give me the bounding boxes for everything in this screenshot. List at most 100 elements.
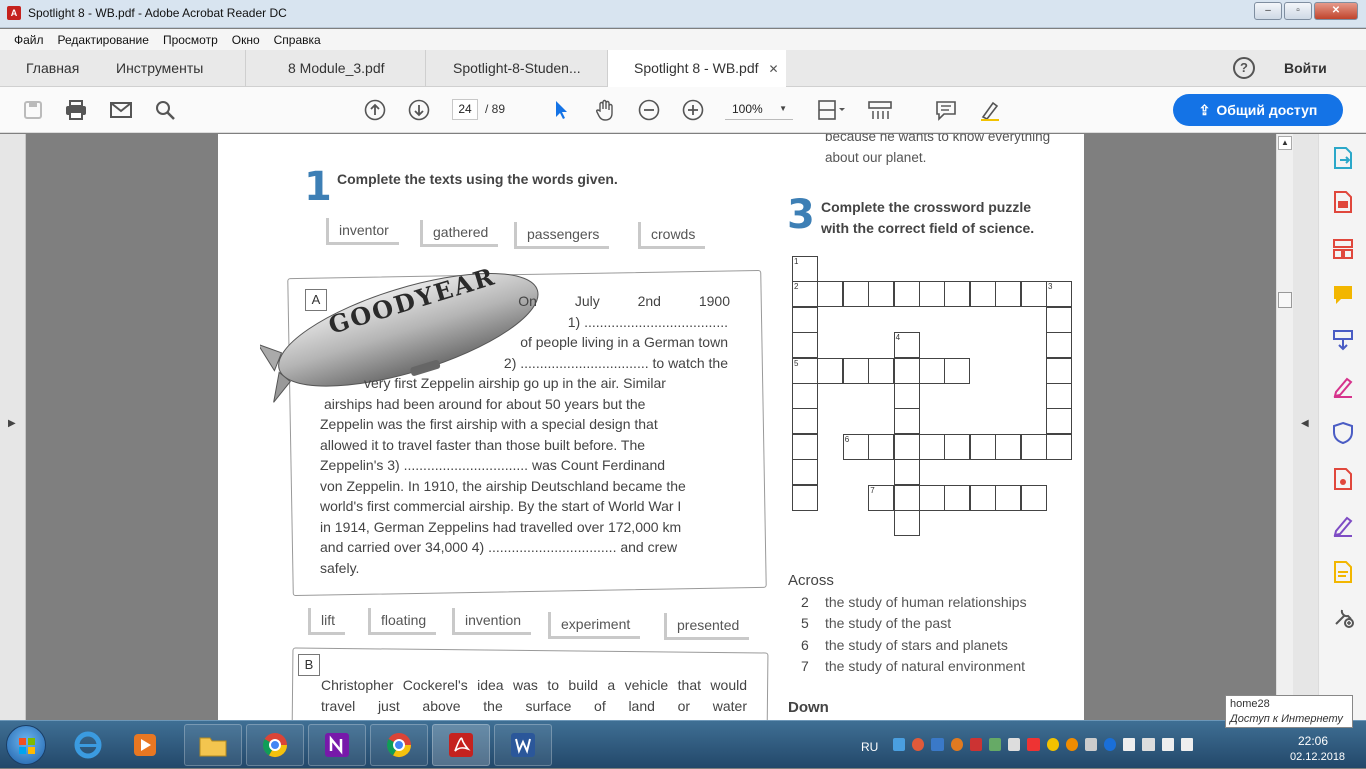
word-box: crowds	[638, 222, 706, 249]
protect-shield-icon[interactable]	[1330, 420, 1356, 446]
page-number-input[interactable]: 24	[452, 99, 478, 120]
volume-icon[interactable]	[1180, 738, 1193, 751]
onenote-icon[interactable]	[308, 724, 366, 766]
crossword-number: 3	[1048, 282, 1053, 292]
hand-tool-icon[interactable]	[591, 96, 619, 124]
acrobat-taskbar-icon[interactable]	[432, 724, 490, 766]
organize-pages-icon[interactable]	[1330, 236, 1356, 262]
tray-app-icon[interactable]	[969, 738, 982, 751]
text-line: 2) ................................. to …	[503, 354, 728, 371]
close-window-button[interactable]: ✕	[1314, 2, 1358, 20]
instruction-line: with the correct field of science.	[821, 220, 1035, 236]
menu-view[interactable]: Просмотр	[163, 33, 218, 47]
clue-text: the study of stars and planets	[825, 637, 1008, 653]
vertical-scrollbar[interactable]: ▲	[1276, 134, 1293, 720]
text-line: of people living in a German town	[520, 334, 728, 350]
zoom-select[interactable]: 100% ▼	[725, 99, 793, 120]
crossword-cell	[969, 484, 996, 511]
clock-time[interactable]: 22:06	[1298, 734, 1328, 748]
menu-edit[interactable]: Редактирование	[58, 33, 149, 47]
across-heading: Across	[788, 572, 834, 589]
share-button[interactable]: ⇪ Общий доступ	[1173, 94, 1343, 126]
export-pdf-icon[interactable]	[1330, 145, 1356, 171]
file-explorer-icon[interactable]	[184, 724, 242, 766]
network-icon[interactable]	[893, 738, 906, 751]
export-red-icon[interactable]	[1330, 466, 1356, 492]
more-tools-icon[interactable]	[1330, 604, 1356, 630]
internet-explorer-icon[interactable]	[62, 724, 114, 766]
chrome-icon[interactable]	[370, 724, 428, 766]
select-cursor-icon[interactable]	[547, 96, 575, 124]
restore-button[interactable]: ▫	[1284, 2, 1312, 20]
text-line: Zeppelin was the first airship with a sp…	[320, 416, 658, 432]
previous-page-icon[interactable]	[361, 96, 389, 124]
tray-app-icon[interactable]	[1065, 738, 1078, 751]
down-heading: Down	[788, 699, 829, 716]
menu-help[interactable]: Справка	[274, 33, 321, 47]
tray-app-icon[interactable]	[1084, 738, 1098, 751]
start-button[interactable]	[6, 725, 46, 765]
close-tab-icon[interactable]: ✕	[769, 62, 779, 76]
crossword-number: 2	[794, 282, 799, 292]
right-panel-toggle[interactable]: ◀	[1293, 134, 1318, 720]
tray-app-icon[interactable]	[988, 738, 1002, 751]
media-player-icon[interactable]	[122, 724, 168, 766]
combine-files-icon[interactable]	[1330, 327, 1356, 353]
send-for-review-icon[interactable]	[1330, 559, 1356, 585]
crossword-cell	[969, 433, 996, 460]
tray-app-icon[interactable]	[950, 738, 963, 751]
tray-app-icon[interactable]	[912, 738, 925, 751]
clock-date[interactable]: 02.12.2018	[1290, 751, 1345, 763]
create-pdf-icon[interactable]	[1330, 189, 1356, 215]
sign-pen-icon[interactable]	[1330, 513, 1356, 539]
fill-sign-icon[interactable]	[1330, 374, 1356, 400]
comment-icon[interactable]	[932, 96, 960, 124]
document-area[interactable]: ▶ because he wants to know everything ab…	[0, 134, 1318, 720]
email-icon[interactable]	[107, 96, 135, 124]
scroll-mode-icon[interactable]	[866, 96, 894, 124]
bluetooth-icon[interactable]	[1104, 738, 1117, 751]
crossword-cell	[792, 433, 818, 460]
zoom-in-icon[interactable]	[679, 96, 707, 124]
menu-window[interactable]: Окно	[232, 33, 260, 47]
tray-app-icon[interactable]	[1008, 738, 1021, 751]
tray-icons[interactable]	[893, 738, 1193, 754]
tray-app-icon[interactable]	[1046, 738, 1059, 751]
menu-file[interactable]: Файл	[14, 33, 44, 47]
tray-app-icon[interactable]	[931, 738, 944, 751]
tab-home[interactable]: Главная	[26, 50, 79, 87]
chrome-icon[interactable]	[246, 724, 304, 766]
print-icon[interactable]	[62, 96, 90, 124]
page-total: / 89	[485, 102, 506, 116]
zoom-out-icon[interactable]	[635, 96, 663, 124]
crossword-cell	[944, 281, 971, 308]
search-icon[interactable]	[151, 96, 179, 124]
scroll-thumb[interactable]	[1278, 292, 1292, 308]
language-indicator[interactable]: RU	[861, 740, 878, 754]
signin-link[interactable]: Войти	[1284, 60, 1327, 76]
acrobat-icon: A	[7, 6, 21, 20]
highlight-pen-icon[interactable]	[976, 96, 1004, 124]
clue-across: 7 the study of natural environment	[801, 658, 1025, 674]
minimize-button[interactable]: –	[1254, 2, 1282, 20]
help-icon[interactable]: ?	[1233, 57, 1255, 79]
left-panel-toggle[interactable]: ▶	[0, 134, 26, 720]
crossword-cell	[919, 281, 945, 308]
word-icon[interactable]	[494, 724, 552, 766]
tab-doc-student[interactable]: Spotlight-8-Studen...	[426, 50, 608, 87]
tab-tools[interactable]: Инструменты	[116, 50, 246, 87]
battery-icon[interactable]	[1142, 738, 1155, 751]
crossword-cell	[792, 484, 818, 511]
scroll-up-icon[interactable]: ▲	[1278, 136, 1292, 150]
flag-icon[interactable]	[1123, 738, 1136, 751]
comment-tool-icon[interactable]	[1330, 282, 1356, 308]
tab-doc-wb[interactable]: Spotlight 8 - WB.pdf ✕	[608, 50, 786, 88]
signal-icon[interactable]	[1161, 738, 1174, 751]
tab-doc-module3[interactable]: 8 Module_3.pdf	[246, 50, 426, 87]
save-icon[interactable]	[19, 96, 47, 124]
crossword-cell	[817, 357, 844, 384]
tab-bar: Главная Инструменты 8 Module_3.pdf Spotl…	[0, 50, 1366, 88]
next-page-icon[interactable]	[405, 96, 433, 124]
tray-app-icon[interactable]	[1027, 738, 1040, 751]
page-fit-icon[interactable]	[815, 96, 849, 124]
